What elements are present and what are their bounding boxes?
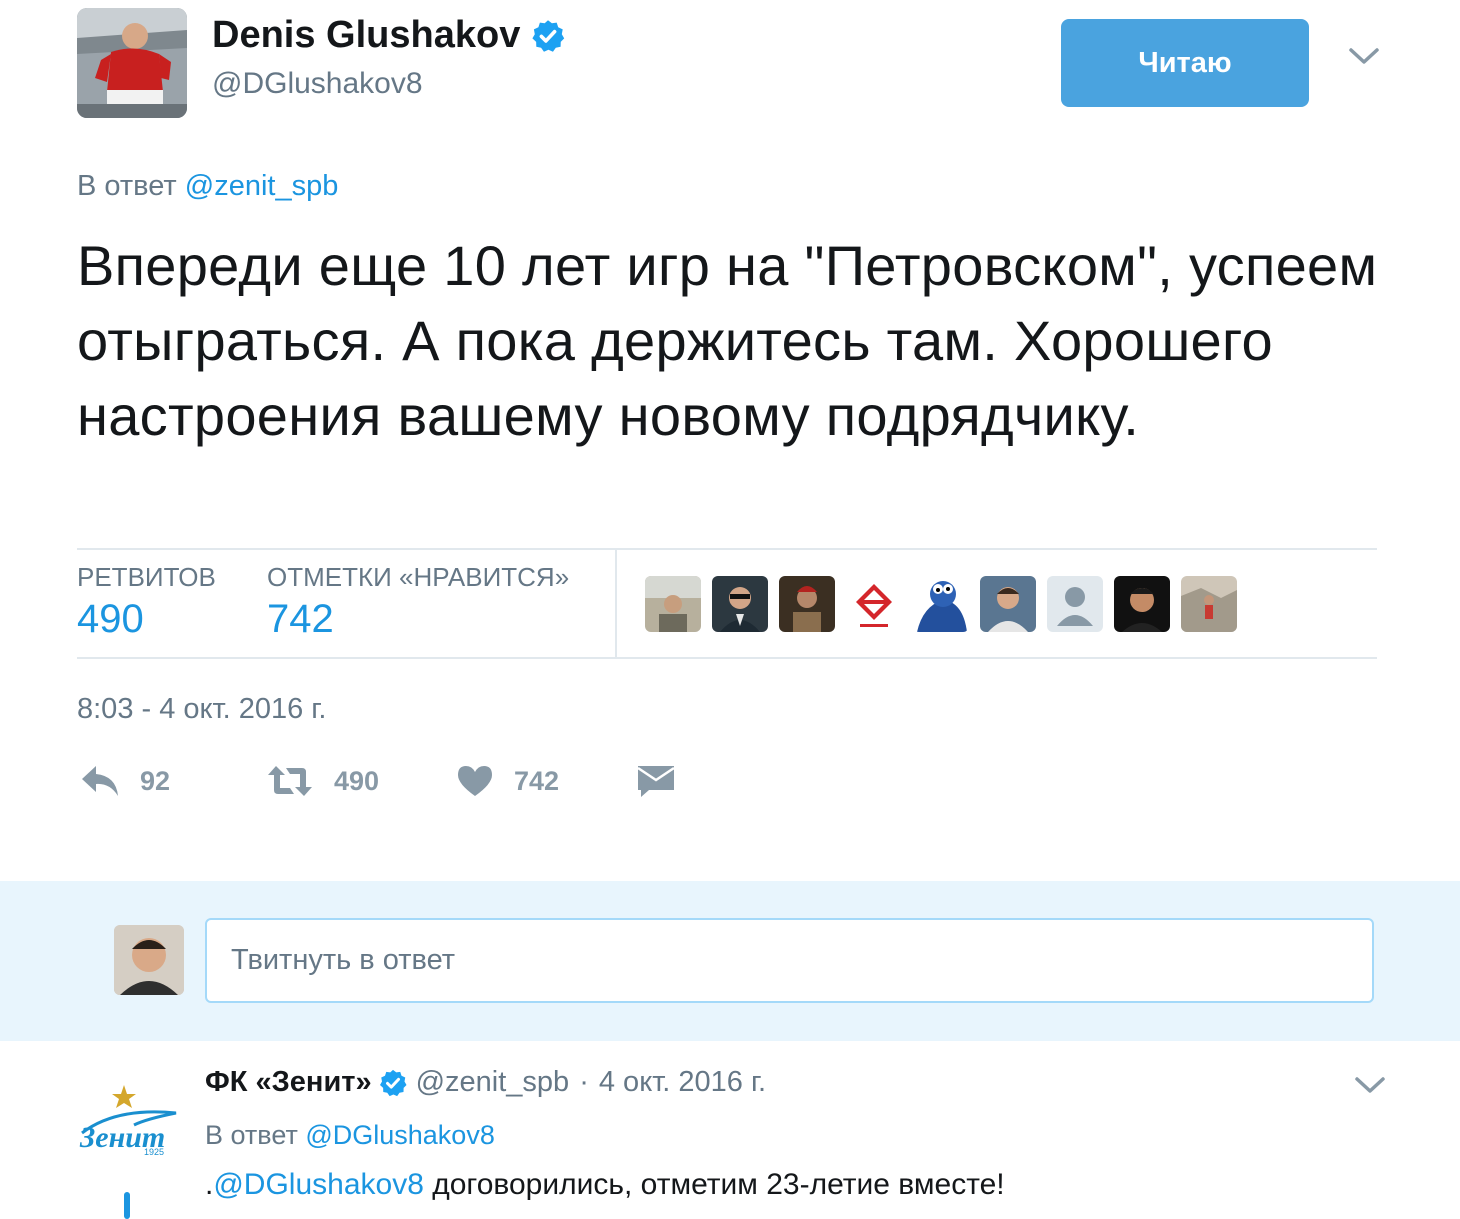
author-display-name[interactable]: Denis Glushakov	[212, 14, 566, 57]
like-action[interactable]: 742	[456, 764, 559, 798]
current-user-avatar[interactable]	[114, 925, 184, 995]
reply-tweet-to-link[interactable]: @DGlushakov8	[305, 1120, 495, 1150]
reply-tweet-context: В ответ @DGlushakov8	[205, 1120, 495, 1151]
reply-icon	[82, 766, 118, 796]
reply-tweet-prefix: В ответ	[205, 1120, 298, 1150]
following-button[interactable]: Читаю	[1061, 19, 1309, 107]
zenit-logo-icon: Зенит 1925	[76, 1073, 180, 1177]
reply-composer	[0, 881, 1460, 1041]
verified-badge-icon	[379, 1069, 407, 1096]
reply-input[interactable]	[205, 918, 1374, 1003]
reply-context: В ответ @zenit_spb	[77, 170, 338, 203]
reply-text-mention[interactable]: @DGlushakov8	[213, 1168, 424, 1201]
reply-text-body: договорились, отметим 23-летие вместе!	[423, 1168, 1005, 1201]
author-name-text[interactable]: Denis Glushakov	[212, 14, 520, 57]
likes-stat[interactable]: ОТМЕТКИ «НРАВИТСЯ» 742	[267, 562, 569, 642]
tweet-text: Впереди еще 10 лет игр на "Петровском", …	[77, 234, 1378, 447]
tweet-timestamp[interactable]: 8:03 - 4 окт. 2016 г.	[77, 693, 326, 726]
stats-divider-bottom	[77, 657, 1377, 659]
envelope-icon	[637, 766, 675, 797]
liker-avatar[interactable]	[846, 576, 902, 632]
heart-icon	[458, 766, 492, 796]
liker-avatar[interactable]	[779, 576, 835, 632]
liker-avatar[interactable]	[1114, 576, 1170, 632]
retweets-value: 490	[77, 597, 144, 641]
liker-avatar[interactable]	[913, 576, 969, 632]
chevron-down-icon[interactable]	[1353, 1073, 1387, 1097]
reply-to-link[interactable]: @zenit_spb	[185, 170, 339, 202]
like-count: 742	[514, 765, 560, 796]
reply-prefix: В ответ	[77, 170, 177, 202]
retweets-label: РЕТВИТОВ	[77, 562, 216, 592]
reply-author-name[interactable]: ФК «Зенит»	[205, 1066, 372, 1099]
liker-avatar[interactable]	[645, 576, 701, 632]
retweet-icon	[268, 766, 312, 796]
liker-avatars	[645, 576, 1237, 632]
thread-line	[124, 1192, 130, 1219]
zenit-avatar[interactable]: Зенит 1925	[76, 1073, 180, 1177]
liker-avatar[interactable]	[712, 576, 768, 632]
header-separator: ·	[579, 1066, 589, 1098]
liker-avatar[interactable]	[980, 576, 1036, 632]
retweet-action[interactable]: 490	[266, 764, 379, 798]
reply-tweet-header: ФК «Зенит» @zenit_spb · 4 окт. 2016 г.	[205, 1066, 766, 1099]
liker-avatar[interactable]	[1047, 576, 1103, 632]
likes-label: ОТМЕТКИ «НРАВИТСЯ»	[267, 562, 570, 592]
chevron-down-icon[interactable]	[1347, 44, 1381, 68]
author-avatar[interactable]	[77, 8, 187, 118]
retweet-count: 490	[334, 765, 380, 796]
stats-vertical-divider	[615, 550, 617, 657]
reply-tweet-text: .@DGlushakov8 договорились, отметим 23-л…	[205, 1168, 1005, 1202]
liker-avatar[interactable]	[1181, 576, 1237, 632]
author-avatar-image	[77, 8, 187, 118]
tweet-page: Denis Glushakov @DGlushakov8 Читаю В отв…	[0, 0, 1460, 1219]
likes-value: 742	[267, 597, 334, 641]
svg-text:1925: 1925	[144, 1147, 164, 1157]
reply-date[interactable]: 4 окт. 2016 г.	[599, 1066, 766, 1099]
stats-divider-top	[77, 548, 1377, 550]
author-handle[interactable]: @DGlushakov8	[212, 67, 423, 101]
direct-message-action[interactable]	[637, 764, 675, 798]
verified-badge-icon	[532, 19, 565, 52]
reply-action[interactable]: 92	[80, 764, 170, 798]
reply-author-handle[interactable]: @zenit_spb	[416, 1066, 570, 1099]
retweets-stat[interactable]: РЕТВИТОВ 490	[77, 562, 216, 642]
reply-count: 92	[140, 765, 171, 796]
